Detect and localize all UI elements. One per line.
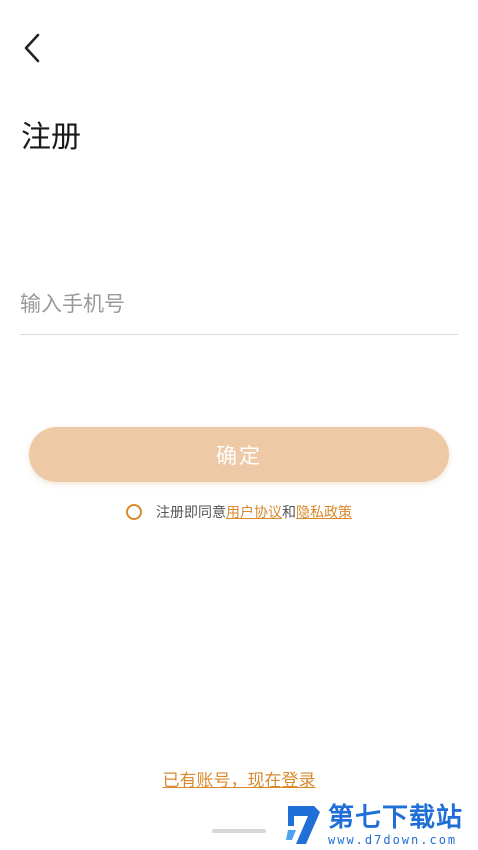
- watermark: 第七下载站 www.d7down.com: [284, 800, 478, 850]
- watermark-title: 第七下载站: [328, 802, 464, 833]
- back-button[interactable]: [22, 28, 62, 68]
- agreement-row: 注册即同意 用户协议 和 隐私政策: [0, 501, 478, 523]
- agreement-conjunction: 和: [282, 505, 296, 521]
- chevron-left-icon: [24, 33, 40, 63]
- user-agreement-link[interactable]: 用户协议: [226, 502, 282, 522]
- agreement-prefix: 注册即同意: [156, 505, 226, 521]
- phone-input-container: [20, 276, 458, 335]
- agree-radio[interactable]: [126, 504, 142, 520]
- confirm-button[interactable]: 确定: [29, 427, 449, 482]
- watermark-logo-icon: [286, 806, 320, 844]
- phone-input[interactable]: [20, 276, 458, 332]
- page-title: 注册: [21, 120, 81, 155]
- home-indicator[interactable]: [212, 829, 266, 833]
- watermark-url: www.d7down.com: [328, 832, 458, 847]
- privacy-policy-link[interactable]: 隐私政策: [296, 502, 352, 522]
- login-link[interactable]: 已有账号，现在登录: [0, 766, 478, 791]
